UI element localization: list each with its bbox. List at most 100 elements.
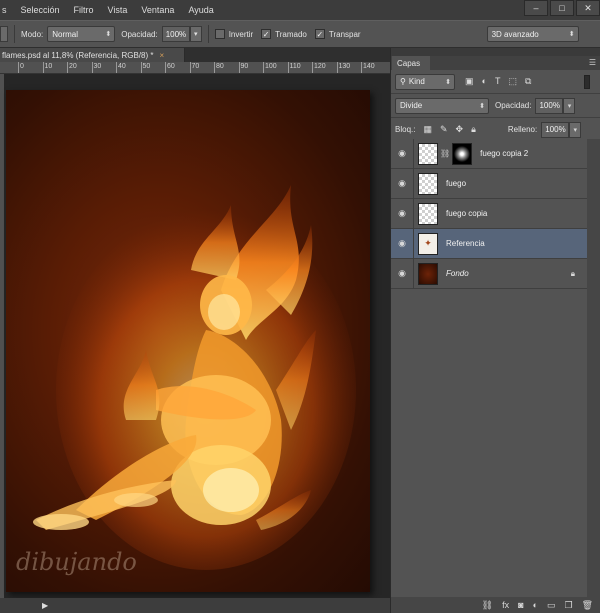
- menu-window[interactable]: Ventana: [134, 5, 181, 15]
- layer-row-fuego-copia-2[interactable]: ◉ ⛓ fuego copia 2: [391, 138, 587, 169]
- ruler-tick: [214, 62, 215, 73]
- layer-row-fuego-copia[interactable]: ◉ fuego copia: [391, 198, 587, 229]
- mode-select[interactable]: Normal ⬍: [47, 26, 116, 42]
- workspace-value: 3D avanzado: [491, 29, 539, 39]
- dither-checkbox[interactable]: ✓ Tramado: [261, 29, 307, 39]
- maximize-button[interactable]: □: [550, 0, 574, 16]
- link-layers-icon[interactable]: ⛓: [482, 600, 493, 611]
- ruler-tick-label: 60: [167, 63, 175, 70]
- link-icon[interactable]: ⛓: [440, 149, 450, 158]
- eye-icon[interactable]: ◉: [391, 268, 413, 279]
- opacity-input[interactable]: 100%: [161, 26, 190, 42]
- new-group-icon[interactable]: ▭: [547, 600, 556, 611]
- filter-kind-select[interactable]: ⚲ Kind ⬍: [395, 73, 455, 90]
- layers-list: ◉ ⛓ fuego copia 2 ◉ fuego ◉ fuego copia …: [391, 138, 587, 289]
- shape-filter-icon[interactable]: ⬚: [508, 76, 517, 87]
- blend-mode-select[interactable]: Divide ⬍: [395, 97, 489, 114]
- layer-name: fuego copia 2: [480, 149, 529, 158]
- menu-help[interactable]: Ayuda: [181, 5, 220, 15]
- lock-icons: ▦ ✎ ✥ 🔒︎: [423, 124, 475, 135]
- layer-row-fuego[interactable]: ◉ fuego: [391, 168, 587, 199]
- canvas-area[interactable]: dibujando: [4, 74, 390, 598]
- fill-dropdown-button[interactable]: ▾: [569, 121, 582, 138]
- opacity-label: Opacidad:: [121, 29, 158, 39]
- lock-transparency-icon[interactable]: ▦: [423, 124, 432, 135]
- fire-figure-artwork: [33, 185, 356, 570]
- layer-opacity-input[interactable]: 100%: [535, 97, 564, 114]
- dither-label: Tramado: [275, 29, 307, 39]
- menu-selection[interactable]: Selección: [14, 5, 67, 15]
- divider: [413, 198, 414, 229]
- artist-signature: dibujando: [16, 548, 137, 576]
- tool-preset-picker[interactable]: [0, 26, 8, 42]
- search-icon: ⚲: [400, 77, 406, 86]
- ruler-tick-label: 90: [240, 63, 249, 70]
- add-mask-icon[interactable]: ◙: [518, 600, 523, 610]
- status-menu-arrow-icon[interactable]: ▶: [42, 601, 48, 610]
- eye-icon[interactable]: ◉: [391, 208, 413, 219]
- document-tab[interactable]: flames.psd al 11,8% (Referencia, RGB/8) …: [0, 48, 185, 62]
- ruler-tick-label: 40: [118, 63, 126, 70]
- chevron-down-icon: ⬍: [105, 31, 112, 38]
- horizontal-ruler[interactable]: 0 10 20 30 40 50 60 70 80 90 100 110 120 130 140: [0, 62, 390, 74]
- chevron-down-icon: ⬍: [479, 102, 485, 110]
- layer-style-icon[interactable]: fx: [502, 600, 509, 610]
- type-filter-icon[interactable]: T: [495, 76, 501, 87]
- invert-label: Invertir: [228, 29, 254, 39]
- panel-tab-row: Capas ☰: [391, 56, 600, 70]
- eye-icon[interactable]: ◉: [391, 238, 413, 249]
- status-bar: ▶: [0, 598, 390, 613]
- menu-edit[interactable]: s: [0, 5, 14, 15]
- ruler-tick-label: 120: [314, 63, 326, 70]
- filter-icons: ▣ ◐ T ⬚ ⧉: [465, 76, 531, 87]
- lock-position-icon[interactable]: ✥: [456, 124, 464, 135]
- divider: [14, 25, 15, 43]
- close-icon[interactable]: ×: [159, 51, 164, 60]
- workspace-select[interactable]: 3D avanzado ⬍: [486, 26, 579, 42]
- pixel-filter-icon[interactable]: ▣: [465, 76, 474, 87]
- ruler-tick-label: 70: [191, 63, 200, 70]
- lock-icon: 🔒︎: [570, 269, 575, 278]
- smart-object-filter-icon[interactable]: ⧉: [525, 76, 531, 87]
- opacity-dropdown-button[interactable]: ▾: [189, 26, 202, 42]
- fill-input[interactable]: 100%: [541, 121, 570, 138]
- ruler-tick: [140, 62, 142, 73]
- eye-icon[interactable]: ◉: [391, 178, 413, 189]
- lock-pixels-icon[interactable]: ✎: [440, 124, 448, 135]
- panel-menu-icon[interactable]: ☰: [589, 58, 596, 67]
- ruler-tick-label: 30: [93, 63, 102, 70]
- ruler-tick: [263, 62, 264, 73]
- adjustment-filter-icon[interactable]: ◐: [482, 76, 487, 87]
- ruler-tick-label: 50: [142, 63, 151, 70]
- menu-filter[interactable]: Filtro: [67, 5, 101, 15]
- window-controls: – □ ✕: [524, 0, 600, 16]
- eye-icon[interactable]: ◉: [391, 148, 413, 159]
- layers-panel-footer: ⛓ fx ◙ ◐ ▭ ❐ 🗑︎: [391, 597, 600, 613]
- transparency-checkbox[interactable]: ✓ Transpar: [314, 29, 361, 39]
- divider: [413, 138, 414, 169]
- layer-row-fondo[interactable]: ◉ Fondo 🔒︎: [391, 258, 587, 289]
- adjustment-layer-icon[interactable]: ◐: [533, 600, 538, 610]
- new-layer-icon[interactable]: ❐: [564, 600, 572, 611]
- trash-icon[interactable]: 🗑︎: [582, 600, 593, 611]
- filter-toggle-switch[interactable]: [584, 75, 590, 89]
- artboard[interactable]: dibujando: [6, 90, 370, 592]
- layer-mask-thumbnail[interactable]: [452, 142, 473, 165]
- layers-scrollbar[interactable]: [587, 139, 600, 599]
- tab-layers[interactable]: Capas: [392, 56, 430, 70]
- invert-checkbox[interactable]: Invertir: [214, 29, 254, 39]
- layer-opacity-dropdown-button[interactable]: ▾: [563, 97, 576, 114]
- layer-row-referencia[interactable]: ◉ ✦ Referencia: [391, 228, 587, 259]
- ruler-tick-label: 140: [363, 63, 375, 70]
- ruler-tick: [312, 62, 313, 73]
- ruler-tick: [91, 62, 93, 73]
- menu-view[interactable]: Vista: [101, 5, 135, 15]
- ruler-tick-label: 10: [44, 63, 53, 70]
- minimize-button[interactable]: –: [524, 0, 548, 16]
- ruler-tick: [287, 62, 289, 73]
- ruler-tick: [189, 62, 191, 73]
- lock-all-icon[interactable]: 🔒︎: [471, 124, 476, 135]
- close-button[interactable]: ✕: [576, 0, 600, 16]
- tab-bar-empty: [185, 48, 390, 62]
- ruler-tick-label: 110: [289, 63, 301, 70]
